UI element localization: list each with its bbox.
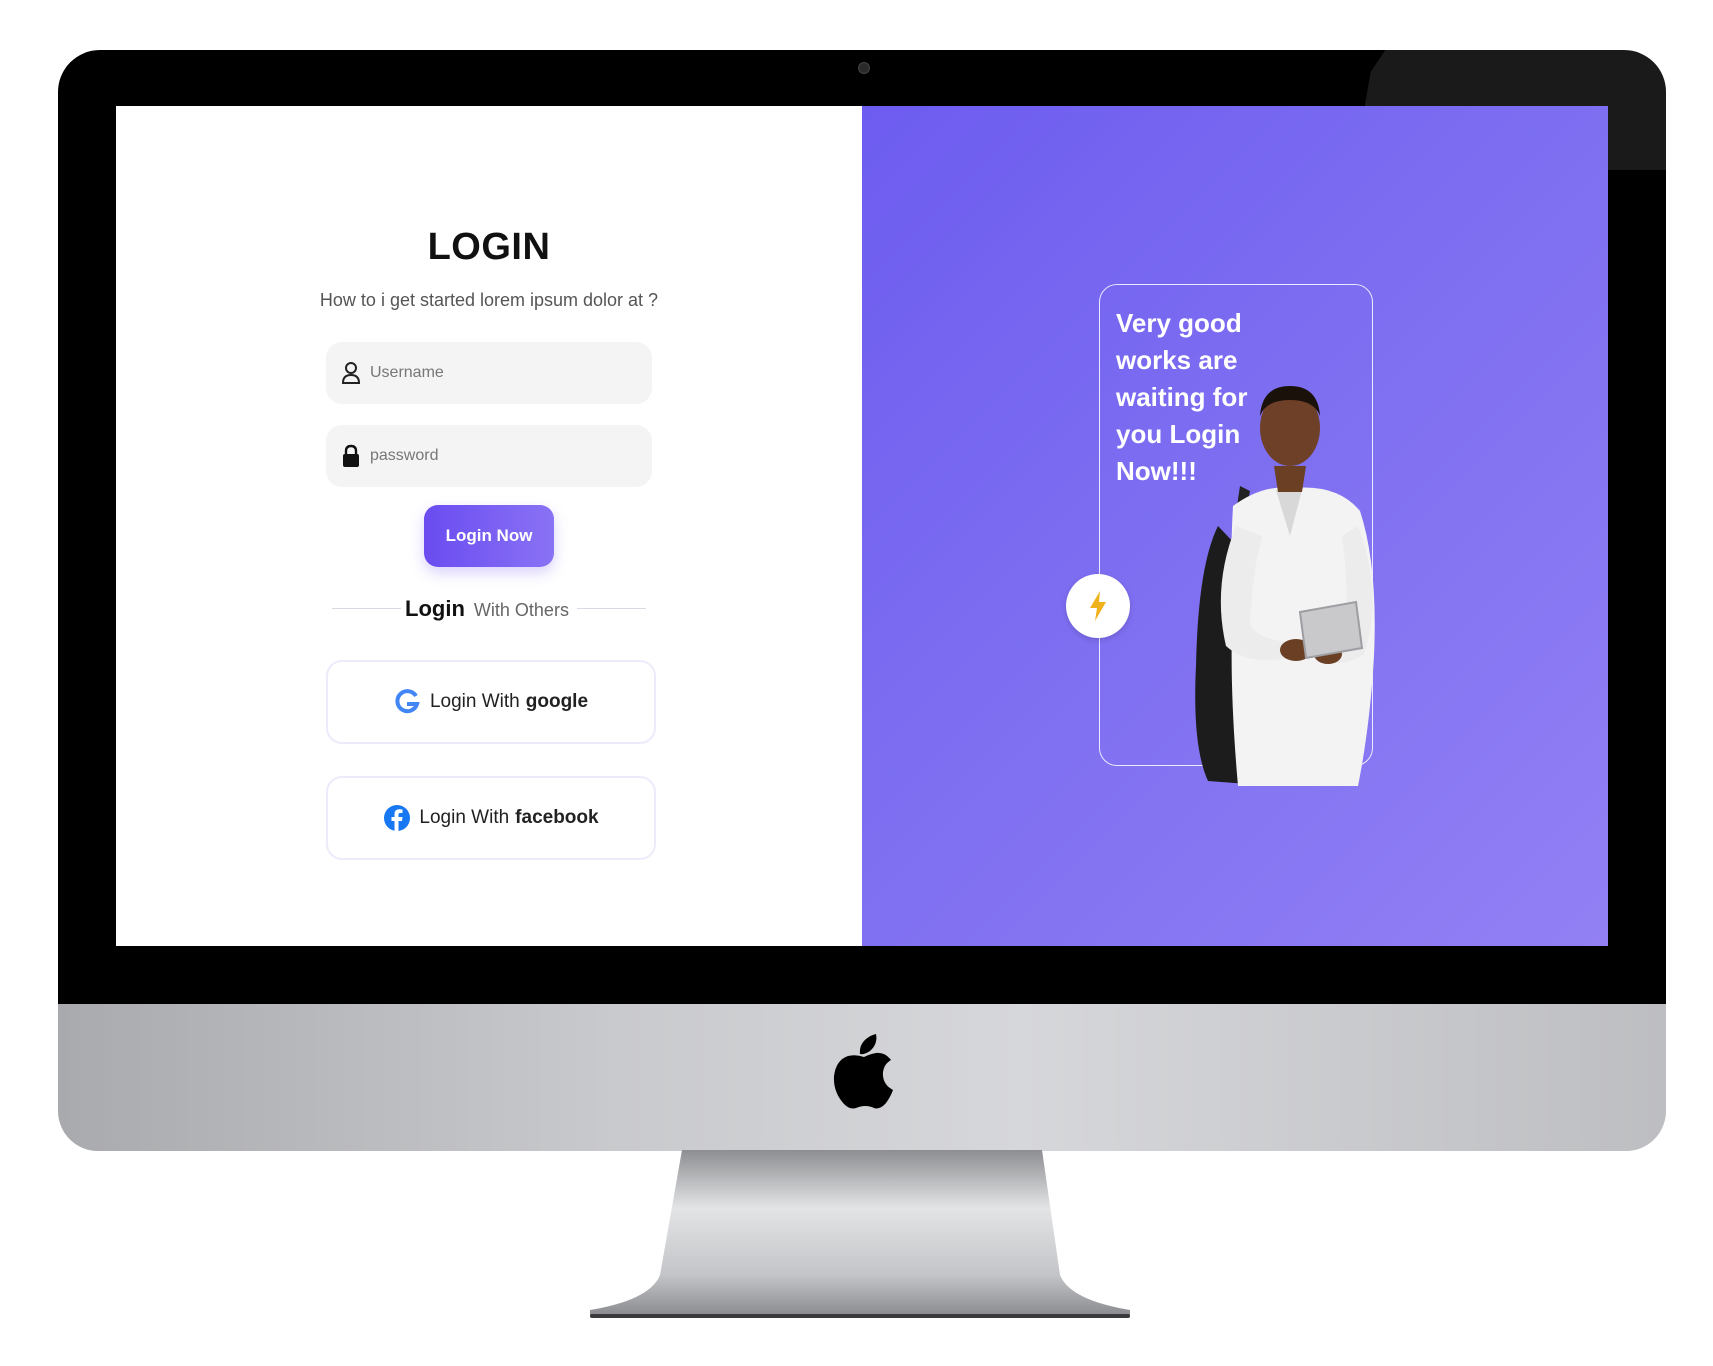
facebook-login-button[interactable]: Login With facebook (326, 776, 656, 860)
password-input[interactable] (370, 447, 630, 465)
login-panel: LOGIN How to i get started lorem ipsum d… (116, 106, 862, 946)
camera-dot (858, 62, 870, 74)
divider-bold: Login (405, 596, 465, 621)
lock-icon (340, 443, 362, 469)
screen: LOGIN How to i get started lorem ipsum d… (116, 106, 1608, 946)
google-icon (394, 687, 422, 717)
google-prefix: Login With (429, 691, 520, 712)
facebook-name: facebook (515, 807, 599, 828)
login-title: LOGIN (427, 226, 551, 268)
apple-logo (833, 1034, 893, 1109)
username-input[interactable] (370, 364, 630, 382)
imac-stand (590, 1150, 1130, 1318)
imac-chin (58, 1004, 1666, 1151)
password-field[interactable] (326, 425, 652, 487)
login-now-button[interactable]: Login Now (424, 505, 554, 567)
google-name: google (525, 691, 589, 712)
username-field[interactable] (326, 342, 652, 404)
facebook-icon (383, 803, 411, 833)
google-login-button[interactable]: Login With google (326, 660, 656, 744)
divider-rest: With Others (469, 600, 573, 620)
imac-bezel: LOGIN How to i get started lorem ipsum d… (58, 50, 1666, 1005)
facebook-prefix: Login With (419, 807, 510, 828)
promo-panel: Very good works are waiting for you Logi… (862, 106, 1608, 946)
lightning-bolt-icon (1066, 574, 1130, 638)
login-subtitle: How to i get started lorem ipsum dolor a… (319, 290, 659, 310)
login-with-others-divider: Login With Others (116, 596, 862, 622)
promo-text: Very good works are waiting for you Logi… (1116, 308, 1248, 486)
user-icon (340, 360, 362, 386)
